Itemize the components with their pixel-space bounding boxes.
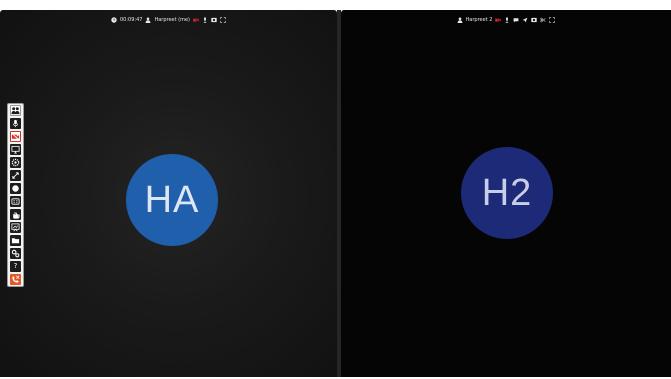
participant-name: Harpreet (me) [154, 17, 191, 23]
user-icon [457, 17, 463, 23]
video-call-screen: 00:09:47 Harpreet (me) HA ? Harpreet 2 H… [0, 0, 671, 379]
closed-captions-button[interactable] [10, 196, 21, 207]
fullscreen-button[interactable] [10, 170, 21, 181]
fullscreen-icon[interactable] [220, 17, 226, 23]
settings-icon[interactable] [531, 17, 538, 23]
mic-icon [11, 119, 20, 128]
cogs-icon [11, 249, 20, 258]
video-off-icon[interactable] [495, 17, 502, 23]
chat-icon[interactable] [513, 17, 519, 23]
remote-avatar: H2 [461, 147, 553, 239]
local-video-tile[interactable]: 00:09:47 Harpreet (me) HA ? [0, 10, 337, 377]
gear-icon [11, 158, 20, 167]
question-icon: ? [13, 262, 18, 270]
raise-hand-button[interactable] [10, 209, 21, 220]
folder-icon [11, 236, 20, 245]
local-tile-header: 00:09:47 Harpreet (me) [0, 14, 337, 26]
remote-video-tile[interactable]: Harpreet 2 H2 [341, 10, 671, 377]
send-icon[interactable] [522, 17, 528, 23]
remote-avatar-initials: H2 [481, 171, 533, 214]
whiteboard-button[interactable] [10, 222, 21, 233]
video-off-icon[interactable] [193, 17, 199, 23]
settings-icon[interactable] [211, 17, 217, 23]
options-button[interactable] [10, 248, 21, 259]
call-timer: 00:09:47 [119, 17, 143, 23]
settings-button[interactable] [10, 157, 21, 168]
video-off-icon [11, 132, 20, 141]
cc-icon [11, 197, 20, 206]
call-controls-toolbar: ? [7, 103, 24, 287]
monitor-icon [11, 145, 20, 154]
camera-off-button[interactable] [10, 131, 21, 142]
remote-tile-header: Harpreet 2 [341, 14, 671, 26]
mic-icon[interactable] [202, 17, 208, 23]
help-button[interactable]: ? [10, 261, 21, 272]
files-button[interactable] [10, 235, 21, 246]
scissors-icon[interactable] [540, 17, 546, 23]
user-icon [145, 17, 151, 23]
record-icon [11, 184, 20, 193]
whiteboard-icon [11, 223, 20, 232]
people-icon [11, 106, 20, 115]
hang-up-button[interactable] [10, 274, 21, 285]
local-avatar: HA [126, 154, 218, 246]
phone-hangup-icon [11, 275, 20, 284]
local-avatar-initials: HA [144, 178, 200, 221]
mic-icon[interactable] [504, 17, 510, 23]
participants-button[interactable] [10, 105, 21, 116]
expand-icon [11, 171, 20, 180]
fullscreen-icon[interactable] [549, 17, 556, 23]
hand-icon [11, 210, 20, 219]
microphone-button[interactable] [10, 118, 21, 129]
participant-name: Harpreet 2 [465, 17, 493, 23]
clock-icon [111, 17, 117, 23]
record-button[interactable] [10, 183, 21, 194]
screen-share-button[interactable] [10, 144, 21, 155]
